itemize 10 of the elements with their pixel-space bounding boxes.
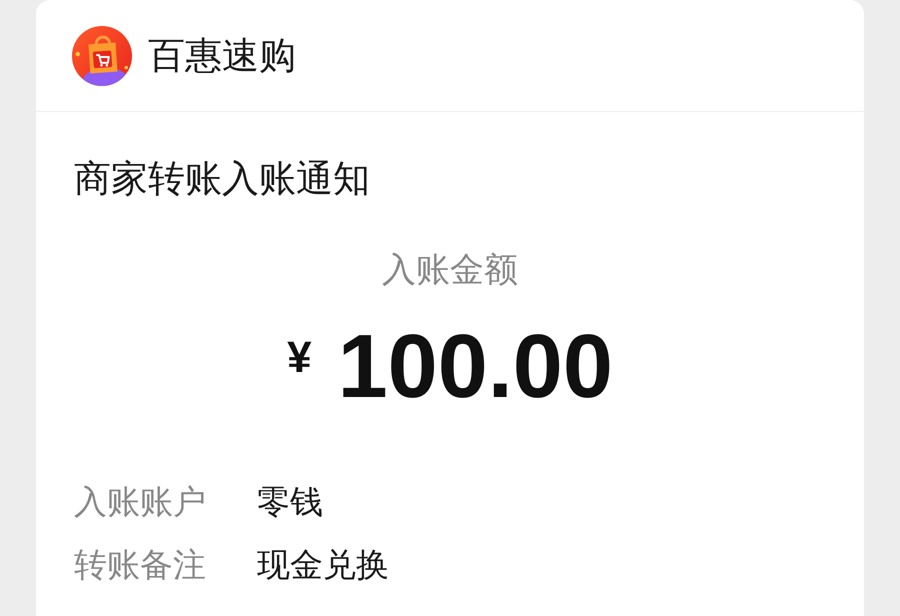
detail-value: 现金兑换	[257, 545, 389, 585]
amount-value: 100.00	[338, 317, 613, 417]
currency-symbol: ¥	[287, 333, 312, 383]
detail-label: 入账账户	[74, 482, 207, 522]
detail-label: 转账备注	[74, 545, 207, 585]
notice-title: 商家转账入账通知	[74, 157, 370, 201]
app-name: 百惠速购	[148, 34, 296, 78]
detail-value: 零钱	[257, 482, 323, 522]
shopping-bag-icon	[71, 24, 133, 86]
amount-label: 入账金额	[382, 250, 518, 290]
